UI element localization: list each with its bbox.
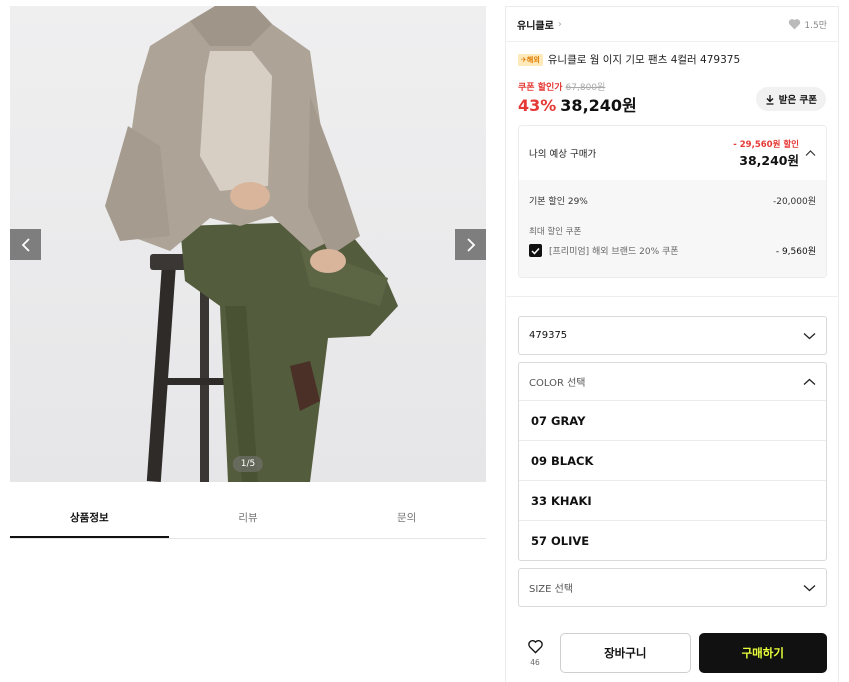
estimated-discount: - 29,560원 할인 — [733, 139, 799, 150]
basic-discount-label: 기본 할인 29% — [529, 197, 588, 207]
heart-filled-icon — [789, 19, 801, 30]
estimated-price-details: 기본 할인 29% -20,000원 최대 할인 쿠폰 [프리미엄] 해외 브랜… — [519, 180, 826, 277]
price-row: 43% 38,240원 — [518, 92, 637, 116]
model-select-head[interactable]: 479375 — [519, 317, 826, 354]
chevron-right-icon: › — [557, 18, 562, 30]
final-price: 38,240원 — [560, 96, 637, 115]
size-select-head[interactable]: SIZE 선택 — [519, 569, 826, 606]
chevron-right-icon — [466, 237, 475, 252]
basic-discount-value: -20,000원 — [772, 197, 816, 207]
check-icon — [531, 247, 540, 255]
max-coupon-label: 최대 할인 쿠폰 — [529, 227, 582, 237]
product-title-row: ✈해외 유니클로 웜 이지 기모 팬츠 4컬러 479375 — [518, 52, 740, 67]
estimated-price-box: 나의 예상 구매가 - 29,560원 할인 38,240원 기본 할인 29%… — [518, 125, 827, 278]
chevron-left-icon — [21, 237, 30, 252]
color-option[interactable]: 09 BLACK — [519, 440, 826, 480]
size-select-placeholder: SIZE 선택 — [529, 584, 574, 595]
estimated-price: 38,240원 — [739, 152, 799, 168]
next-image-button[interactable] — [455, 229, 486, 260]
tab-reviews[interactable]: 리뷰 — [169, 498, 328, 538]
download-icon — [766, 94, 774, 105]
color-select-placeholder: COLOR 선택 — [529, 378, 586, 389]
purchase-action-bar: 46 장바구니 구매하기 — [518, 631, 827, 675]
chevron-down-icon — [803, 584, 816, 591]
coupon-name: [프리미엄] 해외 브랜드 20% 쿠폰 — [549, 247, 679, 257]
chevron-up-icon — [805, 150, 816, 156]
estimated-price-toggle[interactable]: 나의 예상 구매가 - 29,560원 할인 38,240원 — [519, 126, 826, 180]
heart-outline-icon — [527, 640, 543, 654]
purchase-panel: 유니클로 › 1.5만 ✈해외 유니클로 웜 이지 기모 팬츠 4컬러 4793… — [505, 6, 839, 682]
coupon-checkbox[interactable] — [529, 244, 542, 257]
model-select-value: 479375 — [529, 330, 568, 341]
detail-tabs: 상품정보 리뷰 문의 — [10, 498, 486, 539]
color-select-head[interactable]: COLOR 선택 — [519, 363, 826, 400]
add-to-cart-button[interactable]: 장바구니 — [560, 633, 691, 673]
color-option[interactable]: 57 OLIVE — [519, 520, 826, 560]
received-coupon-button[interactable]: 받은 쿠폰 — [755, 87, 826, 111]
estimated-price-label: 나의 예상 구매가 — [529, 149, 597, 160]
brand-like[interactable]: 1.5만 — [788, 18, 827, 31]
buy-now-button[interactable]: 구매하기 — [698, 633, 827, 673]
section-divider — [506, 296, 838, 297]
brand-name: 유니클로 — [517, 20, 554, 32]
tab-inquiry[interactable]: 문의 — [327, 498, 486, 538]
product-photo — [10, 6, 486, 482]
color-select[interactable]: COLOR 선택 07 GRAY 09 BLACK 33 KHAKI 57 OL… — [518, 362, 827, 561]
brand-like-count: 1.5만 — [804, 20, 827, 31]
overseas-badge: ✈해외 — [518, 53, 543, 66]
size-select[interactable]: SIZE 선택 — [518, 568, 827, 607]
like-button[interactable]: 46 — [518, 639, 552, 667]
discount-percent: 43% — [518, 96, 557, 115]
brand-row: 유니클로 › 1.5만 — [506, 7, 838, 42]
brand-link[interactable]: 유니클로 › — [517, 17, 562, 32]
tab-product-info[interactable]: 상품정보 — [10, 498, 169, 538]
image-page-indicator: 1/5 — [232, 456, 264, 472]
model-select[interactable]: 479375 — [518, 316, 827, 355]
received-coupon-label: 받은 쿠폰 — [778, 95, 817, 106]
product-image-gallery[interactable]: 1/5 — [10, 6, 486, 482]
chevron-up-icon — [803, 378, 816, 385]
chevron-down-icon — [803, 332, 816, 339]
prev-image-button[interactable] — [10, 229, 41, 260]
like-count: 46 — [530, 658, 540, 667]
coupon-value: - 9,560원 — [775, 247, 816, 257]
product-title: 유니클로 웜 이지 기모 팬츠 4컬러 479375 — [547, 54, 741, 66]
color-option[interactable]: 07 GRAY — [519, 400, 826, 440]
color-option[interactable]: 33 KHAKI — [519, 480, 826, 520]
